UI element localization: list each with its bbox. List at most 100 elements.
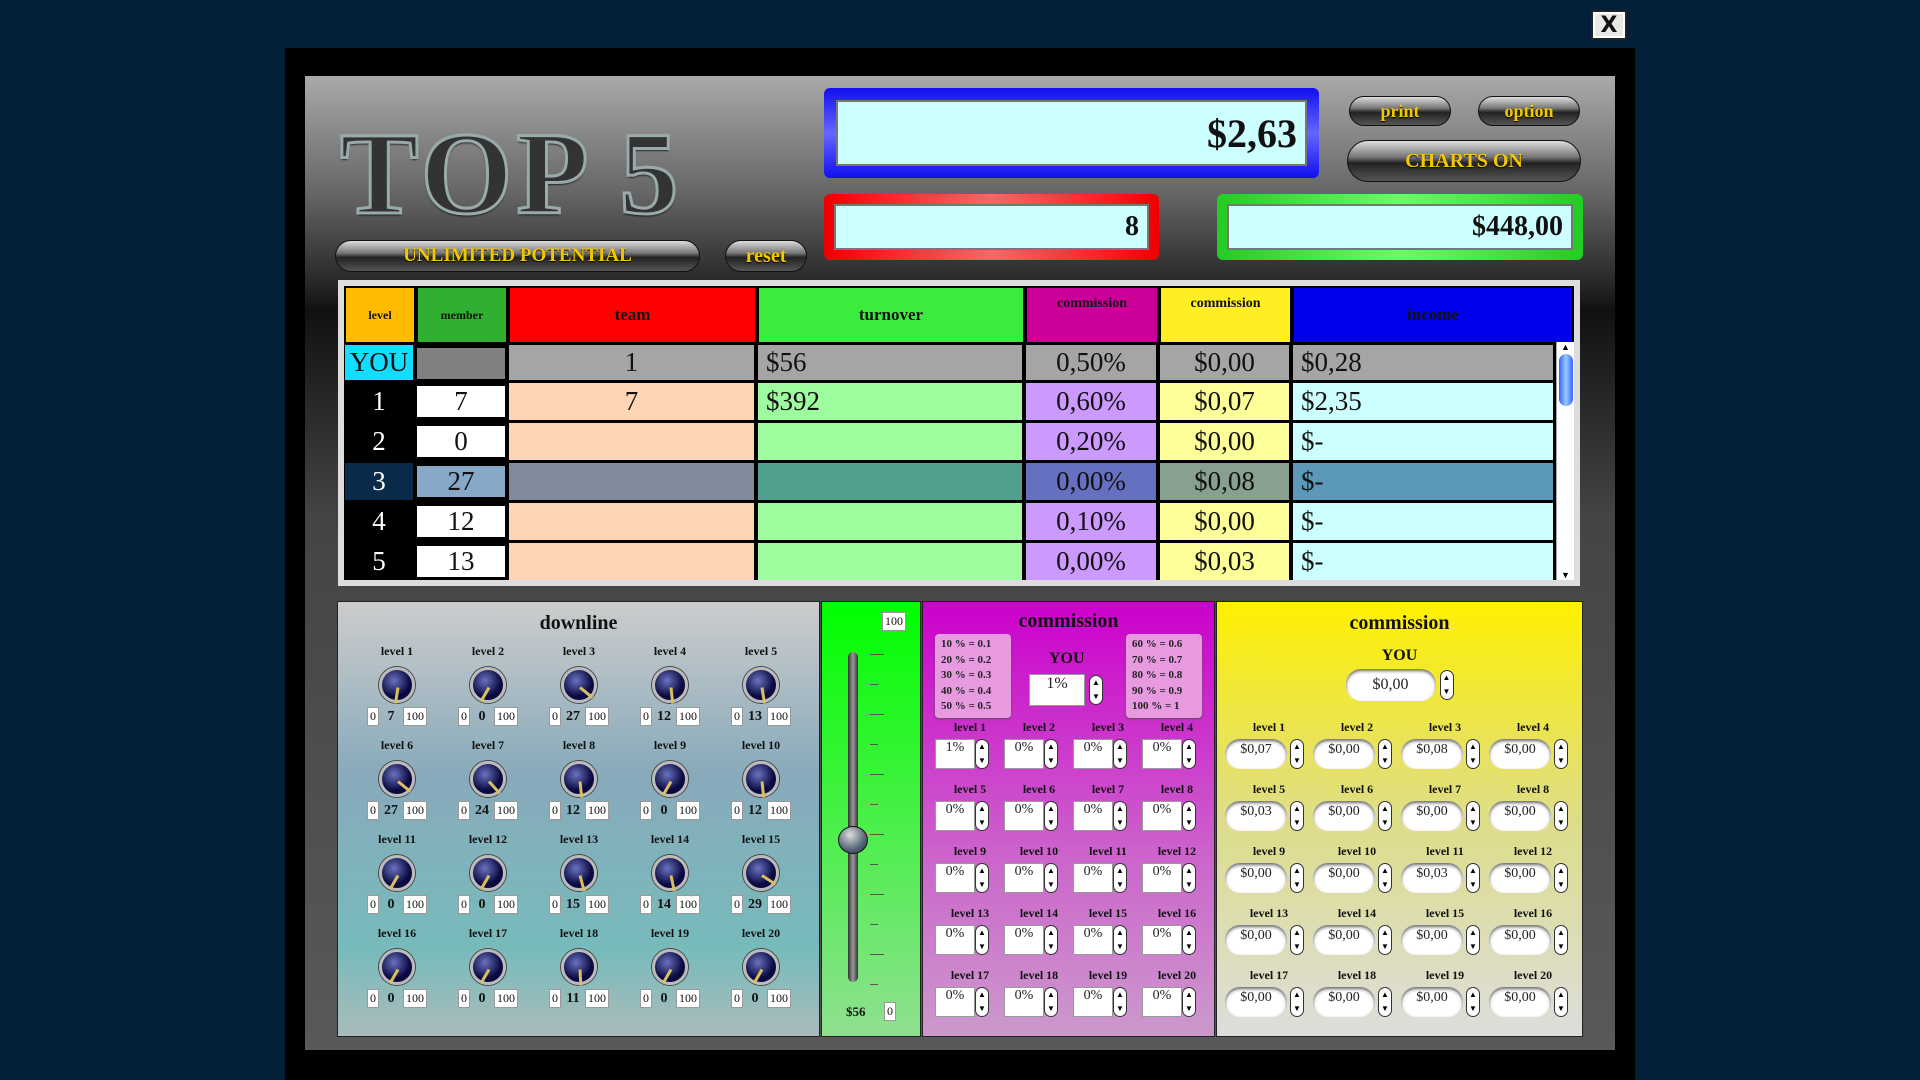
amount-input[interactable]: $0,00	[1401, 925, 1463, 955]
knob-dial[interactable]	[470, 667, 506, 703]
knob-max-input[interactable]: 100	[676, 895, 700, 914]
knob-max-input[interactable]: 100	[494, 707, 518, 726]
knob-min-input[interactable]: 0	[458, 989, 470, 1008]
knob-min-input[interactable]: 0	[731, 895, 743, 914]
amount-input[interactable]: $0,00	[1313, 739, 1375, 769]
close-button[interactable]: X	[1591, 10, 1627, 40]
percent-spinner[interactable]: ▲ ▼	[1113, 739, 1127, 769]
knob-max-input[interactable]: 100	[494, 895, 518, 914]
knob-dial[interactable]	[379, 761, 415, 797]
table-scrollbar[interactable]: ▲ ▼	[1556, 342, 1574, 580]
knob-min-input[interactable]: 0	[640, 707, 652, 726]
amount-spinner[interactable]: ▲ ▼	[1290, 801, 1304, 831]
knob-dial[interactable]	[379, 667, 415, 704]
knob-max-input[interactable]: 100	[767, 989, 791, 1008]
knob-max-input[interactable]: 100	[676, 989, 700, 1008]
knob-min-input[interactable]: 0	[549, 895, 561, 914]
knob-max-input[interactable]: 100	[767, 895, 791, 914]
percent-spinner[interactable]: ▲ ▼	[1182, 925, 1196, 955]
knob-min-input[interactable]: 0	[458, 707, 470, 726]
percent-input[interactable]: 0%	[935, 925, 975, 955]
percent-spinner[interactable]: ▲ ▼	[975, 987, 989, 1017]
percent-input[interactable]: 0%	[1073, 739, 1113, 769]
percent-spinner[interactable]: ▲ ▼	[1044, 987, 1058, 1017]
knob-dial[interactable]	[652, 855, 688, 892]
percent-input[interactable]: 0%	[1142, 739, 1182, 769]
knob-min-input[interactable]: 0	[367, 707, 379, 726]
knob-dial[interactable]	[470, 761, 506, 797]
percent-spinner[interactable]: ▲ ▼	[1113, 987, 1127, 1017]
amount-spinner[interactable]: ▲ ▼	[1554, 987, 1568, 1017]
amount-spinner[interactable]: ▲ ▼	[1378, 925, 1392, 955]
percent-input[interactable]: 0%	[1073, 801, 1113, 831]
reset-button[interactable]: reset	[725, 240, 807, 272]
amount-spinner[interactable]: ▲ ▼	[1290, 987, 1304, 1017]
knob-dial[interactable]	[743, 667, 779, 704]
knob-dial[interactable]	[652, 761, 688, 797]
amount-spinner[interactable]: ▲ ▼	[1554, 863, 1568, 893]
percent-spinner[interactable]: ▲ ▼	[1044, 925, 1058, 955]
you-percent-spinner[interactable]: ▲ ▼	[1089, 675, 1103, 705]
amount-input[interactable]: $0,00	[1225, 863, 1287, 893]
amount-input[interactable]: $0,00	[1489, 925, 1551, 955]
cell-member[interactable]: 0	[417, 426, 507, 458]
slider-thumb[interactable]	[838, 826, 868, 855]
knob-dial[interactable]	[652, 667, 688, 704]
amount-spinner[interactable]: ▲ ▼	[1378, 863, 1392, 893]
amount-input[interactable]: $0,08	[1401, 739, 1463, 769]
knob-dial[interactable]	[379, 949, 415, 985]
knob-max-input[interactable]: 100	[403, 707, 427, 726]
amount-input[interactable]: $0,07	[1225, 739, 1287, 769]
knob-min-input[interactable]: 0	[640, 801, 652, 820]
knob-dial[interactable]	[470, 855, 506, 891]
percent-input[interactable]: 0%	[1073, 987, 1113, 1017]
percent-spinner[interactable]: ▲ ▼	[1113, 925, 1127, 955]
option-button[interactable]: option	[1478, 96, 1580, 126]
knob-dial[interactable]	[743, 761, 779, 798]
percent-spinner[interactable]: ▲ ▼	[1044, 801, 1058, 831]
knob-min-input[interactable]: 0	[549, 801, 561, 820]
amount-spinner[interactable]: ▲ ▼	[1290, 863, 1304, 893]
knob-dial[interactable]	[470, 949, 506, 985]
percent-input[interactable]: 0%	[1004, 801, 1044, 831]
percent-spinner[interactable]: ▲ ▼	[1113, 801, 1127, 831]
amount-spinner[interactable]: ▲ ▼	[1290, 925, 1304, 955]
amount-input[interactable]: $0,03	[1401, 863, 1463, 893]
knob-max-input[interactable]: 100	[585, 989, 609, 1008]
percent-input[interactable]: 0%	[1142, 987, 1182, 1017]
knob-dial[interactable]	[561, 667, 597, 703]
cell-member[interactable]: 7	[417, 386, 507, 418]
knob-dial[interactable]	[743, 949, 779, 985]
percent-input[interactable]: 0%	[1142, 863, 1182, 893]
knob-dial[interactable]	[743, 855, 779, 891]
knob-max-input[interactable]: 100	[585, 895, 609, 914]
percent-spinner[interactable]: ▲ ▼	[1044, 739, 1058, 769]
percent-spinner[interactable]: ▲ ▼	[975, 863, 989, 893]
scroll-down-icon[interactable]: ▼	[1557, 570, 1574, 580]
slider-max[interactable]: 100	[882, 612, 906, 631]
amount-input[interactable]: $0,00	[1313, 987, 1375, 1017]
percent-input[interactable]: 0%	[1142, 925, 1182, 955]
percent-input[interactable]: 0%	[1142, 801, 1182, 831]
knob-max-input[interactable]: 100	[585, 801, 609, 820]
you-amount-spinner[interactable]: ▲ ▼	[1439, 670, 1454, 700]
you-percent-input[interactable]: 1%	[1029, 674, 1085, 706]
amount-input[interactable]: $0,00	[1401, 801, 1463, 831]
amount-spinner[interactable]: ▲ ▼	[1378, 739, 1392, 769]
knob-dial[interactable]	[561, 855, 597, 892]
print-button[interactable]: print	[1349, 96, 1451, 126]
knob-min-input[interactable]: 0	[458, 801, 470, 820]
percent-spinner[interactable]: ▲ ▼	[975, 801, 989, 831]
amount-input[interactable]: $0,00	[1489, 801, 1551, 831]
amount-spinner[interactable]: ▲ ▼	[1554, 739, 1568, 769]
knob-dial[interactable]	[561, 761, 597, 798]
percent-spinner[interactable]: ▲ ▼	[1182, 987, 1196, 1017]
scroll-thumb[interactable]	[1558, 354, 1573, 406]
knob-max-input[interactable]: 100	[403, 801, 427, 820]
amount-input[interactable]: $0,00	[1313, 801, 1375, 831]
scroll-up-icon[interactable]: ▲	[1557, 342, 1574, 352]
percent-input[interactable]: 0%	[1004, 987, 1044, 1017]
amount-spinner[interactable]: ▲ ▼	[1378, 987, 1392, 1017]
knob-min-input[interactable]: 0	[640, 989, 652, 1008]
knob-max-input[interactable]: 100	[494, 989, 518, 1008]
